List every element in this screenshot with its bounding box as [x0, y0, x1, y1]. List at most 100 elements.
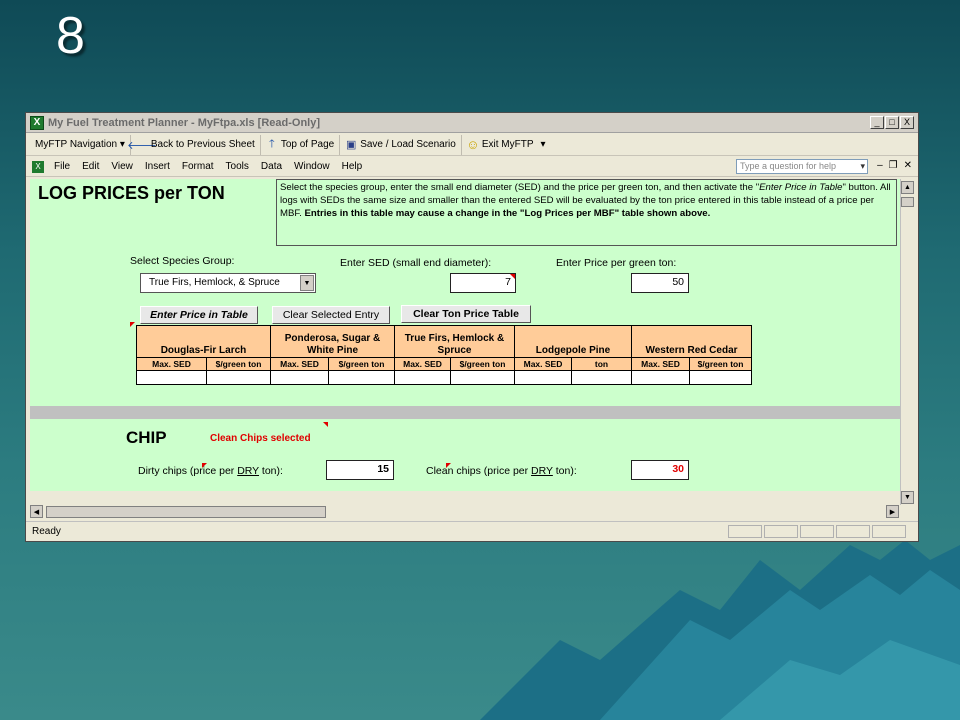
clean-chips-price-input[interactable]: 30	[631, 460, 689, 480]
smiley-icon: ☺	[466, 137, 480, 152]
table-cell[interactable]	[450, 370, 515, 385]
workbook-minimize-button[interactable]: –	[877, 160, 883, 171]
status-panel	[728, 525, 762, 538]
close-button[interactable]: X	[900, 116, 914, 129]
scroll-right-icon[interactable]: ▶	[886, 505, 899, 518]
column-subheader: Max. SED	[394, 357, 451, 371]
comment-indicator	[323, 422, 328, 427]
clean-label-dry: DRY	[531, 465, 553, 477]
table-cell[interactable]	[328, 370, 395, 385]
minimize-button[interactable]: _	[870, 116, 884, 129]
worksheet: LOG PRICES per TON Select the species gr…	[30, 179, 900, 491]
row-divider	[30, 406, 900, 419]
chip-status-text: Clean Chips selected	[210, 433, 311, 444]
save-load-button[interactable]: ▣ Save / Load Scenario	[340, 134, 462, 155]
sed-input[interactable]: 7	[450, 273, 516, 293]
menu-format[interactable]: Format	[176, 161, 220, 172]
ton-price-table: Douglas-Fir Larch Ponderosa, Sugar & Whi…	[136, 325, 752, 385]
top-of-page-button[interactable]: 🡑 Top of Page	[261, 134, 341, 155]
clean-label-tail: ton):	[552, 465, 577, 477]
column-subheader: Max. SED	[270, 357, 329, 371]
menu-help[interactable]: Help	[336, 161, 369, 172]
clear-ton-price-table-button[interactable]: Clear Ton Price Table	[401, 305, 531, 323]
column-subheader: Max. SED	[136, 357, 207, 371]
slide-number: 8	[56, 7, 85, 65]
log-prices-heading: LOG PRICES per TON	[38, 183, 225, 203]
save-label: Save / Load Scenario	[360, 139, 456, 150]
myftp-toolbar: MyFTP Navigation ▾ 🡐 Back to Previous Sh…	[26, 134, 918, 156]
species-group-select[interactable]: True Firs, Hemlock, & Spruce ▼	[140, 273, 316, 293]
clean-label-text: Clean chips (price per	[426, 465, 532, 477]
title-bar: X My Fuel Treatment Planner - MyFtpa.xls…	[26, 113, 918, 133]
comment-indicator	[510, 274, 515, 279]
dropdown-arrow-icon[interactable]: ▼	[300, 275, 314, 291]
workbook-restore-button[interactable]: ❐	[889, 160, 898, 171]
scroll-down-icon[interactable]: ▼	[901, 491, 914, 504]
exit-label: Exit MyFTP	[481, 139, 534, 150]
menu-view[interactable]: View	[105, 161, 139, 172]
table-cell[interactable]	[394, 370, 451, 385]
menu-tools[interactable]: Tools	[220, 161, 255, 172]
menu-edit[interactable]: Edit	[76, 161, 105, 172]
status-bar: Ready	[26, 521, 918, 541]
dirty-label-dry: DRY	[237, 465, 259, 477]
enter-price-button[interactable]: Enter Price in Table	[140, 306, 258, 324]
menu-window[interactable]: Window	[288, 161, 336, 172]
navigation-label: MyFTP Navigation ▾	[35, 139, 125, 150]
workbook-close-button[interactable]: ✕	[904, 160, 912, 171]
scroll-thumb[interactable]	[901, 197, 914, 207]
chip-heading: CHIP	[126, 428, 167, 447]
status-panel	[764, 525, 798, 538]
column-subheader: $/green ton	[450, 357, 515, 371]
species-selected-value: True Firs, Hemlock, & Spruce	[149, 277, 280, 288]
dirty-chips-price-input[interactable]: 15	[326, 460, 394, 480]
hscroll-thumb[interactable]	[46, 506, 326, 518]
menu-data[interactable]: Data	[255, 161, 288, 172]
species-group-label: Select Species Group:	[130, 255, 235, 267]
column-subheader: ton	[571, 357, 632, 371]
species-header: Douglas-Fir Larch	[136, 325, 271, 358]
vertical-scrollbar[interactable]: ▲ ▼	[900, 179, 914, 505]
table-cell[interactable]	[571, 370, 632, 385]
table-cell[interactable]	[631, 370, 690, 385]
menu-insert[interactable]: Insert	[139, 161, 176, 172]
toolbar-options-icon[interactable]: ▾	[541, 139, 546, 150]
clear-selected-entry-button[interactable]: Clear Selected Entry	[272, 306, 390, 324]
species-header: Lodgepole Pine	[514, 325, 632, 358]
comment-indicator	[446, 463, 451, 468]
dirty-label-text: Dirty chips (price per	[138, 465, 238, 477]
comment-indicator	[202, 463, 207, 468]
column-subheader: $/green ton	[328, 357, 395, 371]
instructions-box: Select the species group, enter the smal…	[276, 179, 897, 246]
back-button[interactable]: 🡐 Back to Previous Sheet	[127, 134, 261, 155]
menu-bar: X File Edit View Insert Format Tools Dat…	[26, 157, 918, 177]
scroll-left-icon[interactable]: ◀	[30, 505, 43, 518]
table-cell[interactable]	[689, 370, 752, 385]
status-panel	[800, 525, 834, 538]
column-subheader: Max. SED	[514, 357, 572, 371]
table-cell[interactable]	[514, 370, 572, 385]
help-search-input[interactable]: Type a question for help ▾	[736, 159, 868, 174]
sed-label: Enter SED (small end diameter):	[340, 257, 492, 269]
exit-button[interactable]: ☺ Exit MyFTP ▾	[462, 135, 551, 155]
scroll-up-icon[interactable]: ▲	[901, 181, 914, 194]
back-arrow-icon: 🡐	[127, 139, 157, 152]
table-cell[interactable]	[270, 370, 329, 385]
help-placeholder: Type a question for help	[740, 161, 837, 171]
horizontal-scrollbar[interactable]: ◀ ▶	[30, 505, 914, 519]
price-input[interactable]: 50	[631, 273, 689, 293]
table-cell[interactable]	[206, 370, 271, 385]
workbook-icon[interactable]: X	[32, 160, 44, 173]
table-cell[interactable]	[136, 370, 207, 385]
column-subheader: Max. SED	[631, 357, 690, 371]
up-arrow-icon: 🡑	[268, 138, 275, 150]
menu-file[interactable]: File	[48, 161, 76, 172]
navigation-menu-button[interactable]: MyFTP Navigation ▾	[30, 134, 131, 155]
status-panel	[872, 525, 906, 538]
column-subheader: $/green ton	[689, 357, 752, 371]
maximize-button[interactable]: □	[885, 116, 899, 129]
instructions-italic: Enter Price in Table	[759, 182, 843, 193]
chevron-down-icon[interactable]: ▾	[860, 160, 865, 173]
species-header: Ponderosa, Sugar & White Pine	[270, 325, 395, 358]
status-text: Ready	[32, 526, 61, 537]
